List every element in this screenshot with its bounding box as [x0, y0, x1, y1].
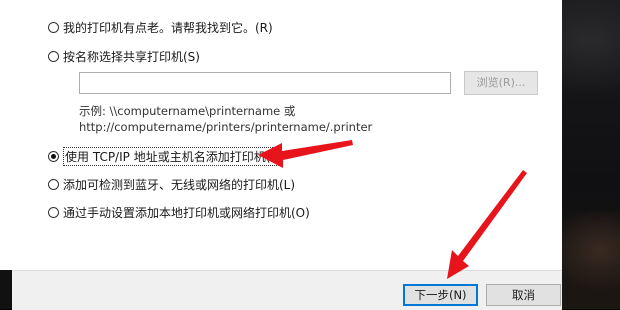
option-tcpip[interactable]: 使用 TCP/IP 地址或主机名添加打印机(I): [48, 147, 281, 166]
dialog-footer: [12, 270, 562, 310]
example-text: 示例: \\computername\printername 或 http://…: [79, 103, 372, 135]
option-bluetooth-wireless[interactable]: 添加可检测到蓝牙、无线或网络的打印机(L): [48, 176, 295, 193]
option-old-printer[interactable]: 我的打印机有点老。请帮我找到它。(R): [48, 19, 273, 36]
option-manual-local-label: 通过手动设置添加本地打印机或网络打印机(O): [63, 206, 310, 220]
option-manual-local[interactable]: 通过手动设置添加本地打印机或网络打印机(O): [48, 204, 310, 221]
shared-printer-input[interactable]: [79, 72, 451, 94]
example-line-2: http://computername/printers/printername…: [79, 120, 373, 134]
example-line-1: 示例: \\computername\printername 或: [79, 104, 296, 118]
left-window-edge: [0, 0, 12, 270]
radio-tcpip[interactable]: [48, 151, 59, 162]
cancel-button[interactable]: 取消: [486, 284, 561, 306]
radio-old-printer[interactable]: [48, 22, 59, 33]
option-old-printer-label: 我的打印机有点老。请帮我找到它。(R): [63, 21, 273, 35]
option-shared-printer[interactable]: 按名称选择共享打印机(S): [48, 48, 200, 65]
option-bluetooth-wireless-label: 添加可检测到蓝牙、无线或网络的打印机(L): [63, 178, 296, 192]
radio-manual-local[interactable]: [48, 207, 59, 218]
left-window-edge-dark: [0, 270, 12, 309]
radio-bluetooth-wireless[interactable]: [48, 179, 59, 190]
option-shared-printer-label: 按名称选择共享打印机(S): [63, 50, 200, 64]
browse-button[interactable]: 浏览(R)...: [464, 71, 538, 95]
option-tcpip-label: 使用 TCP/IP 地址或主机名添加打印机(I): [63, 147, 281, 166]
next-button[interactable]: 下一步(N): [403, 284, 478, 306]
radio-shared-printer[interactable]: [48, 51, 59, 62]
